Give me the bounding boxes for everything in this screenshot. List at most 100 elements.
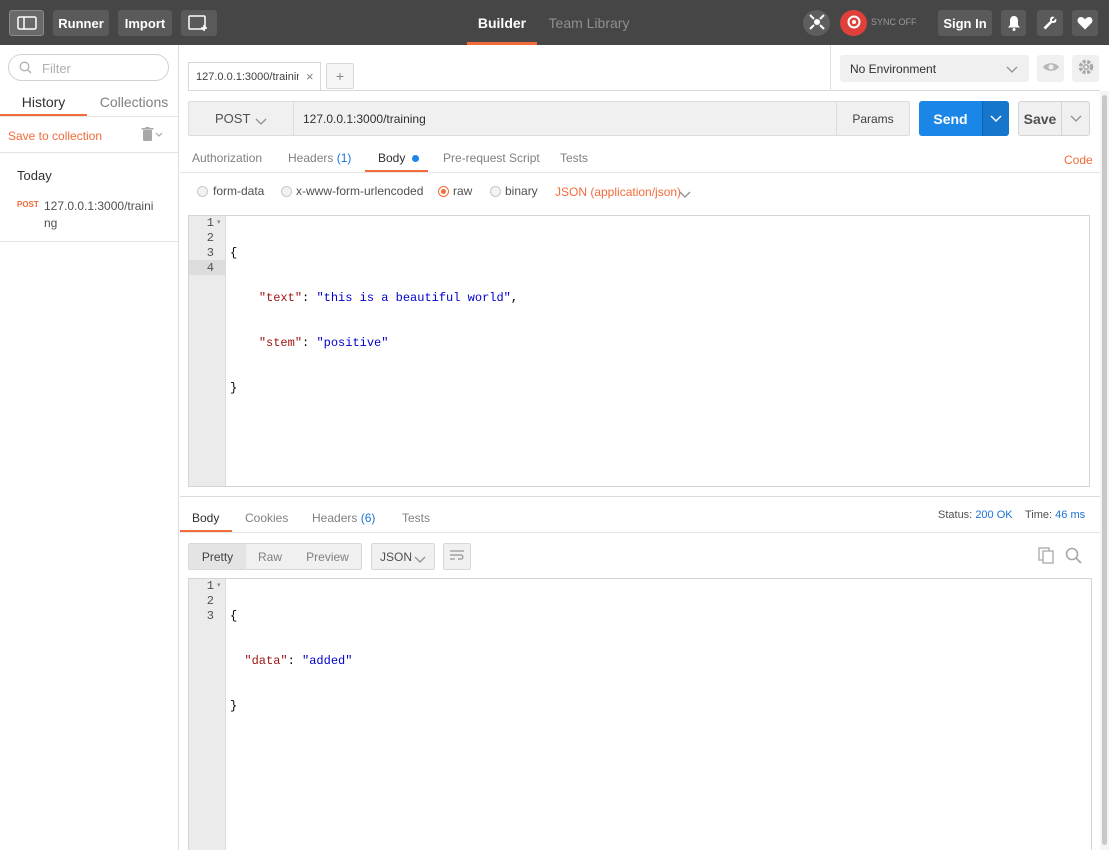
- environment-selected: No Environment: [850, 62, 937, 76]
- request-body-code: { "text": "this is a beautiful world", "…: [230, 246, 519, 395]
- radio-label: form-data: [213, 184, 265, 198]
- chevron-down-icon: [679, 188, 691, 202]
- tab-body[interactable]: Body: [378, 151, 419, 165]
- method-selector[interactable]: POST: [189, 102, 293, 135]
- radio-indicator: [281, 186, 292, 197]
- fold-icon[interactable]: ▾: [217, 218, 221, 226]
- json-key: "text": [258, 291, 303, 305]
- chevron-down-icon: [414, 553, 426, 567]
- tab-tests[interactable]: Tests: [560, 151, 588, 165]
- settings-button[interactable]: [1037, 10, 1063, 36]
- save-button[interactable]: Save: [1018, 101, 1062, 136]
- import-button[interactable]: Import: [118, 10, 172, 36]
- divider: [180, 532, 1100, 533]
- favorite-button[interactable]: [1072, 10, 1098, 36]
- satellite-icon: [808, 13, 826, 34]
- url-text: 127.0.0.1:3000/training: [303, 112, 426, 126]
- sidebar-toggle-button[interactable]: [9, 10, 44, 36]
- response-headers-count: (6): [360, 511, 376, 525]
- filter-field[interactable]: Filter: [8, 54, 169, 81]
- chevron-down-icon: [1070, 112, 1082, 126]
- status-value: 200 OK: [975, 509, 1013, 521]
- clear-history-button[interactable]: [141, 126, 165, 144]
- new-window-button[interactable]: [181, 10, 217, 36]
- sync-button[interactable]: [840, 10, 867, 36]
- tab-headers[interactable]: Headers (1): [288, 151, 351, 165]
- response-format-selector[interactable]: JSON: [371, 543, 435, 570]
- params-button[interactable]: Params: [837, 102, 909, 135]
- line-numbers: 1 2 3: [190, 579, 214, 624]
- tab-headers-label: Headers: [288, 151, 334, 165]
- code-line: {: [230, 246, 238, 260]
- view-raw-button[interactable]: Raw: [246, 544, 294, 569]
- radio-label: binary: [505, 184, 538, 198]
- save-to-collection-link[interactable]: Save to collection: [8, 129, 102, 143]
- divider: [0, 152, 178, 153]
- url-input[interactable]: 127.0.0.1:3000/training: [294, 102, 837, 135]
- save-options-button[interactable]: [1061, 101, 1090, 136]
- add-tab-button[interactable]: +: [326, 63, 354, 89]
- tab-builder[interactable]: Builder: [467, 0, 537, 45]
- divider: [0, 116, 178, 117]
- history-item[interactable]: POST 127.0.0.1:3000/traini ng: [0, 193, 178, 241]
- copy-icon: [1038, 547, 1054, 567]
- environment-quick-look-button[interactable]: [1037, 55, 1064, 82]
- request-tab-label: 127.0.0.1:3000/trainin: [196, 71, 299, 83]
- radio-label: raw: [453, 184, 473, 198]
- history-item-url-line2: ng: [44, 216, 58, 230]
- tab-history[interactable]: History: [0, 88, 87, 116]
- code-line: }: [230, 381, 238, 395]
- code-link[interactable]: Code: [1064, 153, 1093, 167]
- tab-collections[interactable]: Collections: [90, 88, 178, 116]
- json-value: "added": [302, 654, 353, 668]
- content-type-label: JSON (application/json): [555, 185, 682, 199]
- scrollbar-thumb[interactable]: [1102, 95, 1107, 845]
- fold-icon[interactable]: ▾: [217, 581, 221, 589]
- status-label: Status:: [938, 509, 973, 521]
- content-type-selector[interactable]: JSON (application/json): [555, 185, 695, 201]
- sidebar-toggle-icon: [16, 16, 37, 30]
- divider: [180, 496, 1100, 497]
- tab-pre-request-script[interactable]: Pre-request Script: [443, 151, 540, 165]
- send-options-button[interactable]: [982, 101, 1009, 136]
- response-tab-headers[interactable]: Headers (6): [312, 511, 375, 525]
- line-number: 2: [206, 231, 214, 245]
- response-tab-tests[interactable]: Tests: [402, 511, 430, 525]
- tab-team-library[interactable]: Team Library: [546, 0, 632, 45]
- history-item-url-line1: 127.0.0.1:3000/traini: [44, 199, 154, 213]
- chevron-down-icon: [255, 115, 267, 129]
- body-modified-dot: [411, 155, 419, 162]
- response-tab-cookies[interactable]: Cookies: [245, 511, 288, 525]
- chevron-down-icon: [990, 112, 1002, 126]
- json-key: "stem": [258, 336, 303, 350]
- view-preview-button[interactable]: Preview: [294, 544, 361, 569]
- view-pretty-button[interactable]: Pretty: [189, 544, 246, 569]
- notifications-button[interactable]: [1001, 10, 1026, 36]
- runner-button[interactable]: Runner: [53, 10, 109, 36]
- line-number: 1: [206, 216, 214, 230]
- json-key: "data": [244, 654, 288, 668]
- search-response-button[interactable]: [1065, 547, 1082, 567]
- response-tab-body[interactable]: Body: [192, 511, 219, 525]
- tab-authorization[interactable]: Authorization: [192, 151, 262, 165]
- chevron-down-icon: [1006, 63, 1018, 77]
- divider: [180, 172, 1100, 173]
- headers-count: (1): [336, 151, 352, 165]
- close-icon[interactable]: ×: [306, 69, 314, 84]
- line-number: 3: [206, 246, 214, 260]
- sign-in-button[interactable]: Sign In: [938, 10, 992, 36]
- wrap-lines-button[interactable]: [443, 543, 471, 570]
- send-button[interactable]: Send: [919, 101, 982, 136]
- interceptor-button[interactable]: [803, 10, 830, 36]
- line-number: 4: [206, 261, 214, 275]
- environment-selector[interactable]: No Environment: [840, 55, 1029, 82]
- radio-indicator-selected: [438, 186, 449, 197]
- json-value: "this is a beautiful world": [316, 291, 511, 305]
- divider: [0, 241, 178, 242]
- manage-environments-button[interactable]: [1072, 55, 1099, 82]
- sidebar: [0, 45, 179, 850]
- line-numbers: 1 2 3 4: [190, 216, 214, 276]
- request-tab[interactable]: 127.0.0.1:3000/trainin ×: [188, 62, 321, 91]
- new-window-icon: [188, 14, 210, 32]
- copy-response-button[interactable]: [1038, 547, 1054, 567]
